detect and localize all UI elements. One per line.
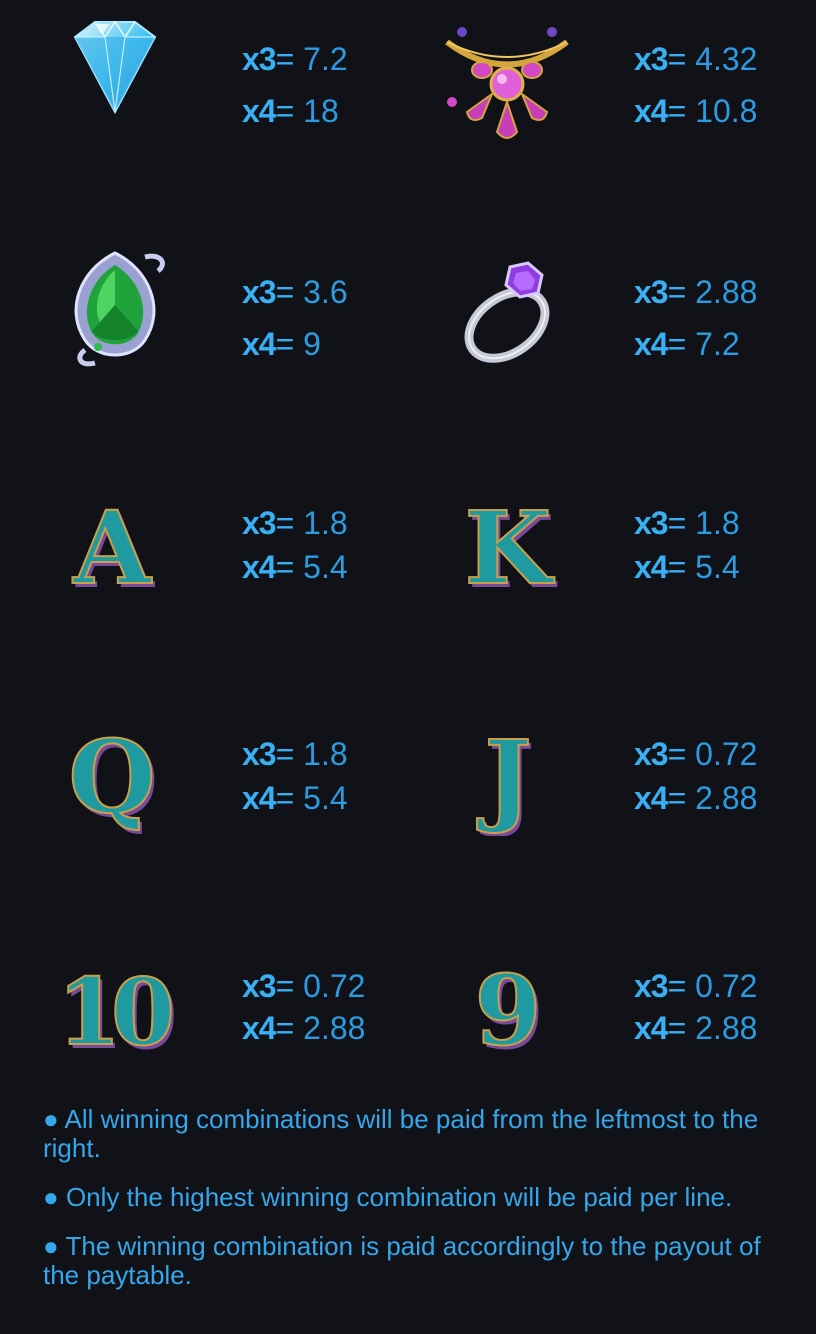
paytable-entry-j: J J x3= 0.72 x4= 2.88: [392, 716, 800, 836]
letter-a-icon: A A: [40, 485, 190, 605]
paytable-entry-diamond: x3= 7.2 x4= 18: [0, 2, 408, 127]
rule-item: ● All winning combinations will be paid …: [43, 1104, 759, 1163]
paytable-entry-emerald-brooch: x3= 3.6 x4= 9: [0, 235, 408, 367]
number-9-icon: 9 9: [432, 948, 582, 1068]
bullet-icon: ●: [43, 1182, 59, 1212]
paytable-entry-necklace: x3= 4.32 x4= 10.8: [392, 2, 800, 139]
payout-x4: x4= 5.4: [242, 549, 348, 585]
paytable-entry-10: 10 10 x3= 0.72 x4= 2.88: [0, 948, 408, 1068]
payout-x4: x4= 7.2: [634, 326, 740, 362]
payout-x3: x3= 7.2: [242, 41, 348, 77]
payout-x3: x3= 1.8: [242, 505, 348, 541]
paytable-entry-ring: x3= 2.88 x4= 7.2: [392, 235, 800, 363]
payout-x4: x4= 9: [242, 326, 321, 362]
payout-x4: x4= 2.88: [242, 1010, 366, 1046]
number-10-text: 10: [57, 958, 171, 1066]
number-10-icon: 10 10: [40, 948, 190, 1068]
letter-j-text: J: [476, 718, 531, 836]
diamond-icon: [40, 2, 190, 122]
rules-list: ● All winning combinations will be paid …: [43, 1105, 783, 1310]
letter-k-icon: K K: [432, 485, 582, 605]
payout-x4: x4= 10.8: [634, 93, 758, 129]
payout-x3: x3= 1.8: [242, 736, 348, 772]
payout-x3: x3= 0.72: [634, 736, 758, 772]
payout-x3: x3= 3.6: [242, 274, 348, 310]
paytable-entry-a: A A x3= 1.8 x4= 5.4: [0, 485, 408, 605]
payout-x4: x4= 5.4: [242, 780, 348, 816]
payout-x3: x3= 1.8: [634, 505, 740, 541]
letter-a-text: A: [72, 489, 152, 605]
rule-item: ● The winning combination is paid accord…: [43, 1231, 761, 1290]
letter-k-text: K: [465, 489, 555, 605]
paytable-entry-k: K K x3= 1.8 x4= 5.4: [392, 485, 800, 605]
necklace-icon: [432, 2, 582, 139]
payout-x3: x3= 4.32: [634, 41, 758, 77]
paytable-entry-q: Q Q x3= 1.8 x4= 5.4: [0, 716, 408, 836]
payout-x4: x4= 5.4: [634, 549, 740, 585]
bullet-icon: ●: [43, 1104, 59, 1134]
payout-x3: x3= 0.72: [242, 968, 366, 1004]
payout-x4: x4= 18: [242, 93, 339, 129]
paytable-entry-9: 9 9 x3= 0.72 x4= 2.88: [392, 948, 800, 1068]
letter-j-icon: J J: [432, 716, 582, 836]
payout-x4: x4= 2.88: [634, 1010, 758, 1046]
payout-x3: x3= 2.88: [634, 274, 758, 310]
number-9-text: 9: [475, 954, 542, 1067]
ring-icon: [432, 235, 582, 363]
payout-x4: x4= 2.88: [634, 780, 758, 816]
emerald-brooch-icon: [40, 235, 190, 367]
bullet-icon: ●: [43, 1231, 59, 1261]
rule-item: ● Only the highest winning combination w…: [43, 1182, 733, 1212]
letter-q-text: Q: [68, 718, 155, 836]
payout-x3: x3= 0.72: [634, 968, 758, 1004]
letter-q-icon: Q Q: [40, 716, 190, 836]
